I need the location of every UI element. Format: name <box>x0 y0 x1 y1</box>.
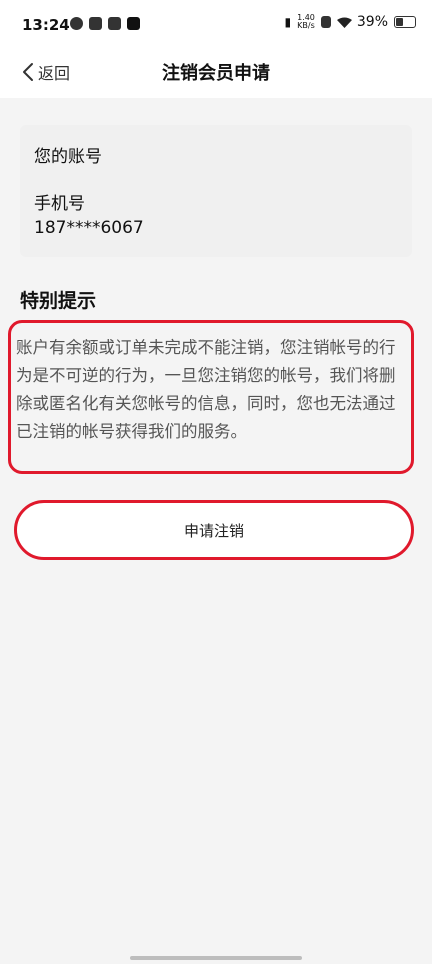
battery-icon <box>394 16 416 28</box>
status-time: 13:24 <box>22 16 70 34</box>
sim-off-icon <box>320 16 331 28</box>
phone-label: 手机号 <box>34 194 85 214</box>
net-speed: 1.40 KB/s <box>297 14 315 30</box>
page-title: 注销会员申请 <box>162 63 270 84</box>
battery-percent: 39% <box>356 14 388 30</box>
apply-cancellation-label: 申请注销 <box>183 521 244 540</box>
status-bar: 13:24 ▮ 1.40 KB/s 39% <box>0 0 432 50</box>
apply-cancellation-button[interactable]: 申请注销 <box>14 500 414 560</box>
vibrate-icon: ▮ <box>284 15 292 29</box>
tiktok-icon <box>127 17 140 30</box>
net-speed-unit: KB/s <box>297 21 315 30</box>
home-indicator[interactable] <box>130 956 302 960</box>
app-notification-icon <box>70 17 83 30</box>
chat-icon <box>108 17 121 30</box>
notice-text: 账户有余额或订单未完成不能注销，您注销帐号的行为是不可逆的行为，一旦您注销您的帐… <box>16 338 396 441</box>
notice-title: 特别提示 <box>20 290 97 312</box>
phone-value: 187****6067 <box>34 218 144 238</box>
nav-header: 返回 注销会员申请 <box>0 50 432 98</box>
account-heading: 您的账号 <box>34 147 102 167</box>
message-icon <box>89 17 102 30</box>
wifi-icon <box>336 17 352 28</box>
status-right: ▮ 1.40 KB/s 39% <box>284 14 416 30</box>
notification-icons <box>70 17 140 30</box>
account-card: 您的账号 手机号 187****6067 <box>20 125 412 257</box>
